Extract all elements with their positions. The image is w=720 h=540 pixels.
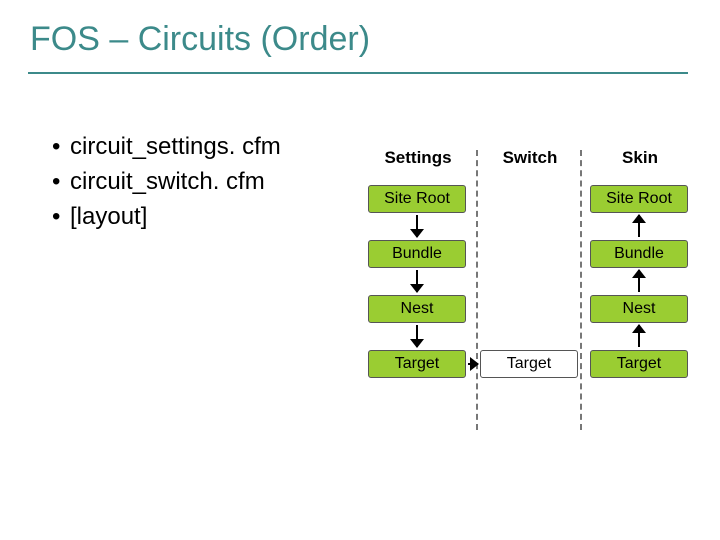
column-header-switch: Switch — [480, 148, 580, 168]
bullet-text: circuit_settings. cfm — [70, 130, 281, 165]
arrow-down-icon — [410, 270, 424, 292]
arrow-down-icon — [410, 215, 424, 237]
bullet-dot-icon: • — [52, 200, 70, 235]
bullet-dot-icon: • — [52, 130, 70, 165]
skin-box-target: Target — [590, 350, 688, 378]
skin-box-bundle: Bundle — [590, 240, 688, 268]
title-underline — [28, 72, 688, 74]
column-divider — [476, 150, 478, 430]
arrow-up-icon — [632, 325, 646, 347]
arrow-up-icon — [632, 270, 646, 292]
settings-box-bundle: Bundle — [368, 240, 466, 268]
bullet-list: • circuit_settings. cfm • circuit_switch… — [52, 130, 281, 234]
settings-box-nest: Nest — [368, 295, 466, 323]
bullet-item: • [layout] — [52, 200, 281, 235]
bullet-item: • circuit_settings. cfm — [52, 130, 281, 165]
settings-box-target: Target — [368, 350, 466, 378]
column-header-skin: Skin — [590, 148, 690, 168]
bullet-item: • circuit_switch. cfm — [52, 165, 281, 200]
bullet-text: [layout] — [70, 200, 147, 235]
skin-box-site-root: Site Root — [590, 185, 688, 213]
arrow-down-icon — [410, 325, 424, 347]
bullet-text: circuit_switch. cfm — [70, 165, 265, 200]
arrow-right-icon — [468, 363, 478, 365]
settings-box-site-root: Site Root — [368, 185, 466, 213]
column-header-settings: Settings — [368, 148, 468, 168]
skin-box-nest: Nest — [590, 295, 688, 323]
bullet-dot-icon: • — [52, 165, 70, 200]
column-divider — [580, 150, 582, 430]
arrow-up-icon — [632, 215, 646, 237]
slide-title: FOS – Circuits (Order) — [30, 20, 370, 59]
switch-box-target: Target — [480, 350, 578, 378]
